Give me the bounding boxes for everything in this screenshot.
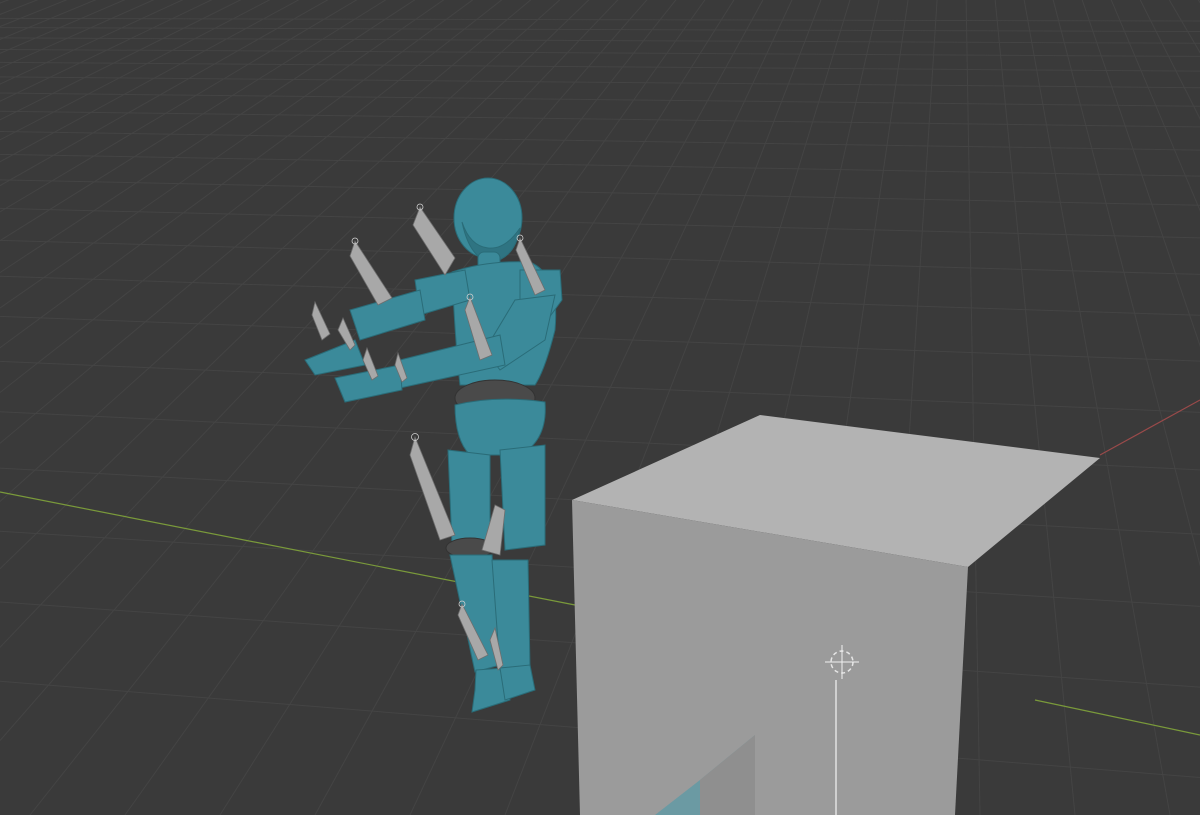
mannequin-left-thigh[interactable] <box>447 449 491 546</box>
3d-viewport[interactable] <box>0 0 1200 815</box>
mannequin-right-thigh[interactable] <box>499 444 546 551</box>
viewport-canvas[interactable] <box>0 0 1200 815</box>
